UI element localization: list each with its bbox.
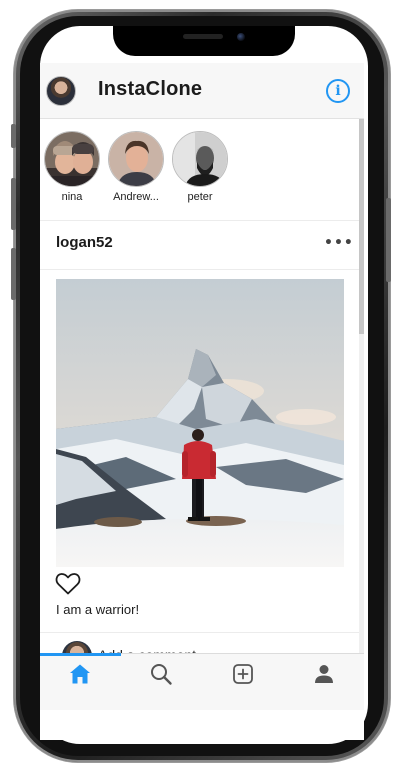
- add-post-icon[interactable]: [231, 662, 255, 686]
- more-options-icon[interactable]: •••: [324, 236, 353, 252]
- post-username[interactable]: logan52: [56, 234, 113, 251]
- divider: [40, 220, 359, 221]
- app-header: InstaClone i: [40, 63, 364, 119]
- home-indicator-area: [40, 710, 364, 740]
- story-avatar: [44, 131, 100, 187]
- story-peter[interactable]: peter: [170, 131, 230, 203]
- man-portrait-photo: [109, 132, 163, 186]
- speaker-grille: [183, 34, 223, 39]
- notch: [113, 26, 295, 56]
- front-camera: [237, 33, 245, 41]
- post-image[interactable]: [56, 279, 344, 567]
- mountain-photo: [56, 279, 344, 567]
- search-icon[interactable]: [149, 662, 173, 686]
- story-label: nina: [61, 191, 83, 203]
- bearded-man-photo: [173, 132, 227, 186]
- profile-icon[interactable]: [312, 662, 336, 686]
- divider: [40, 632, 359, 633]
- power-button: [386, 198, 391, 282]
- volume-up-button: [11, 178, 16, 230]
- story-avatar: [108, 131, 164, 187]
- info-icon[interactable]: i: [326, 79, 350, 103]
- app-title: InstaClone: [98, 78, 203, 100]
- story-nina[interactable]: nina: [42, 131, 102, 203]
- scrollbar[interactable]: [359, 119, 364, 653]
- scrollbar-thumb[interactable]: [359, 119, 364, 334]
- story-label: peter: [187, 191, 213, 203]
- silent-switch: [11, 124, 16, 148]
- heart-outline-icon[interactable]: [55, 572, 81, 596]
- story-avatar: [172, 131, 228, 187]
- divider: [40, 269, 359, 270]
- story-label: Andrew...: [113, 191, 159, 203]
- active-tab-indicator: [40, 653, 121, 656]
- story-andrew[interactable]: Andrew...: [106, 131, 166, 203]
- header-avatar[interactable]: [46, 76, 76, 106]
- volume-down-button: [11, 248, 16, 300]
- couple-photo: [45, 132, 99, 186]
- post-caption: I am a warrior!: [56, 602, 140, 617]
- tab-bar: [40, 653, 364, 710]
- home-icon[interactable]: [68, 662, 92, 686]
